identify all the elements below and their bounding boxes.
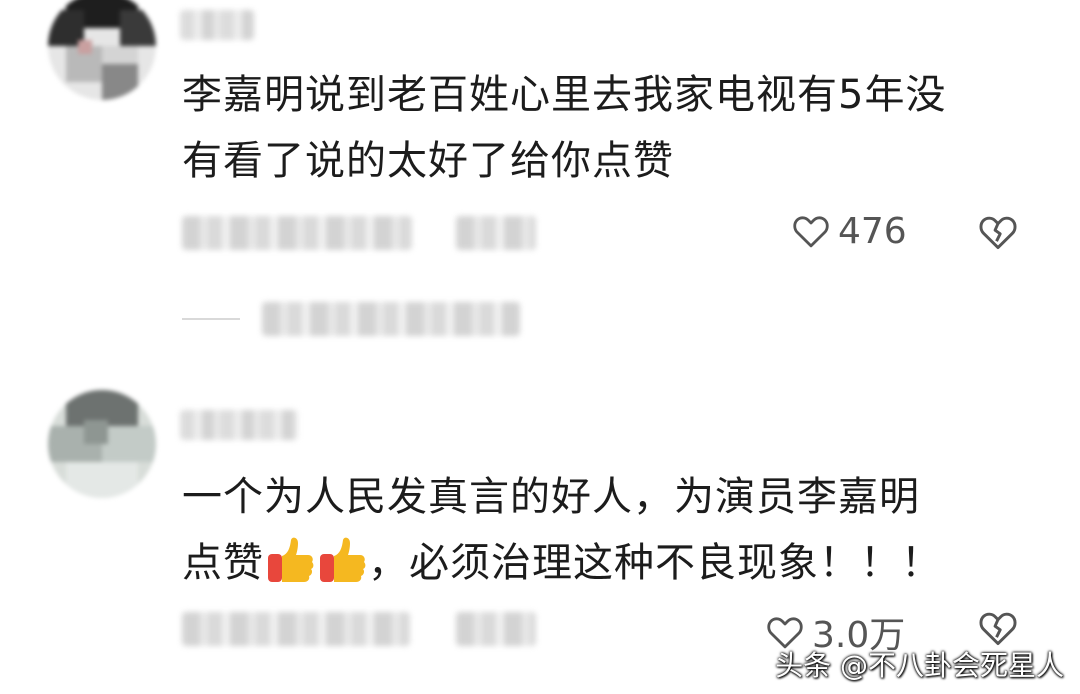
comment-text-line: 点赞 ，必须治理这种不良现象！！！ (182, 530, 942, 596)
thumbs-up-emoji (316, 534, 368, 586)
avatar[interactable] (48, 390, 156, 498)
heart-outline-icon (790, 210, 832, 252)
watermark: 头条 @不八卦会死星人 (775, 649, 1064, 682)
comment-item: 李嘉明说到老百姓心里去我家电视有5年没 有看了说的太好了给你点赞 476 (0, 0, 1080, 340)
comment-meta (182, 216, 412, 250)
username[interactable] (180, 410, 298, 440)
like-button[interactable]: 476 (790, 210, 907, 252)
comment-text: ，必须治理这种不良现象！！！ (368, 540, 942, 586)
comment-text-line: 有看了说的太好了给你点赞 (182, 138, 674, 184)
like-count: 476 (838, 210, 907, 252)
divider (182, 318, 240, 320)
avatar[interactable] (48, 0, 156, 100)
expand-replies-button[interactable] (262, 302, 520, 336)
thumbs-up-emoji (264, 534, 316, 586)
broken-heart-icon (976, 216, 1020, 258)
comment-text-line: 李嘉明说到老百姓心里去我家电视有5年没 (182, 72, 947, 118)
reply-button[interactable] (456, 216, 536, 250)
comment-text: 点赞 (182, 540, 264, 586)
reply-button[interactable] (456, 612, 536, 646)
username[interactable] (180, 10, 254, 40)
comment-meta (182, 612, 410, 646)
dislike-button[interactable] (976, 210, 1020, 258)
comment-text-line: 一个为人民发真言的好人，为演员李嘉明 (182, 474, 920, 520)
